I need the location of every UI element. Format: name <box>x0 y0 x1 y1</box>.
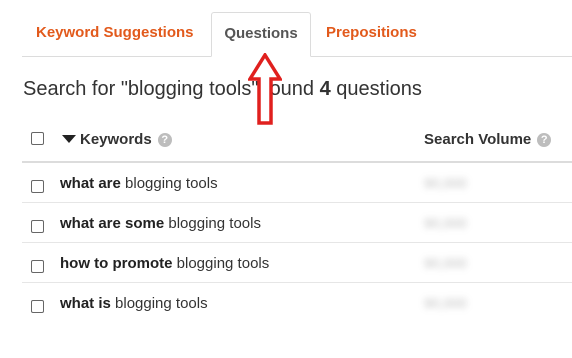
search-volume-cell: 90,000 <box>424 255 467 271</box>
search-volume-cell: 90,000 <box>424 215 467 231</box>
keyword-cell: how to promote blogging tools <box>60 255 269 272</box>
keywords-header-label: Keywords <box>80 131 152 148</box>
search-volume-cell: 90,000 <box>424 295 467 311</box>
keyword-cell: what are blogging tools <box>60 175 218 192</box>
up-arrow-annotation-icon <box>248 53 282 125</box>
table-row: how to promote blogging tools 90,000 <box>22 243 572 283</box>
result-count: 4 <box>319 78 331 100</box>
table-header: Keywords? Search Volume? <box>22 120 572 163</box>
row-checkbox[interactable] <box>31 220 44 233</box>
table-row: what are some blogging tools 90,000 <box>22 203 572 243</box>
questions-table: Keywords? Search Volume? what are bloggi… <box>22 120 572 323</box>
keyword-question-prefix: how to promote <box>60 255 173 272</box>
row-checkbox[interactable] <box>31 260 44 273</box>
heading-suffix: questions <box>330 78 422 100</box>
keyword-cell: what are some blogging tools <box>60 215 261 232</box>
select-all-checkbox[interactable] <box>31 132 44 145</box>
volume-header-label: Search Volume <box>424 131 532 148</box>
search-volume-cell: 90,000 <box>424 175 467 191</box>
help-icon[interactable]: ? <box>537 133 552 147</box>
sort-desc-icon[interactable] <box>62 135 76 143</box>
keyword-rest: blogging tools <box>164 215 261 232</box>
keyword-question-prefix: what are <box>60 175 121 192</box>
table-row: what is blogging tools 90,000 <box>22 283 572 323</box>
table-row: what are blogging tools 90,000 <box>22 163 572 203</box>
keyword-cell: what is blogging tools <box>60 295 208 312</box>
keyword-rest: blogging tools <box>120 175 218 192</box>
keyword-question-prefix: what is <box>60 295 111 312</box>
row-checkbox[interactable] <box>31 300 44 313</box>
keyword-rest: blogging tools <box>172 255 270 272</box>
keyword-rest: blogging tools <box>110 295 208 312</box>
tab-bar: Keyword Suggestions Questions Prepositio… <box>22 12 572 57</box>
keyword-question-prefix: what are some <box>60 215 165 232</box>
tab-questions[interactable]: Questions <box>211 12 311 57</box>
help-icon[interactable]: ? <box>157 133 172 147</box>
tab-keyword-suggestions[interactable]: Keyword Suggestions <box>22 12 212 56</box>
results-heading: Search for "blogging tools" found 4 ques… <box>23 78 422 101</box>
tab-prepositions[interactable]: Prepositions <box>312 12 432 56</box>
search-volume-column-header[interactable]: Search Volume? <box>424 131 552 148</box>
row-checkbox[interactable] <box>31 180 44 193</box>
keywords-column-header[interactable]: Keywords? <box>80 131 172 148</box>
